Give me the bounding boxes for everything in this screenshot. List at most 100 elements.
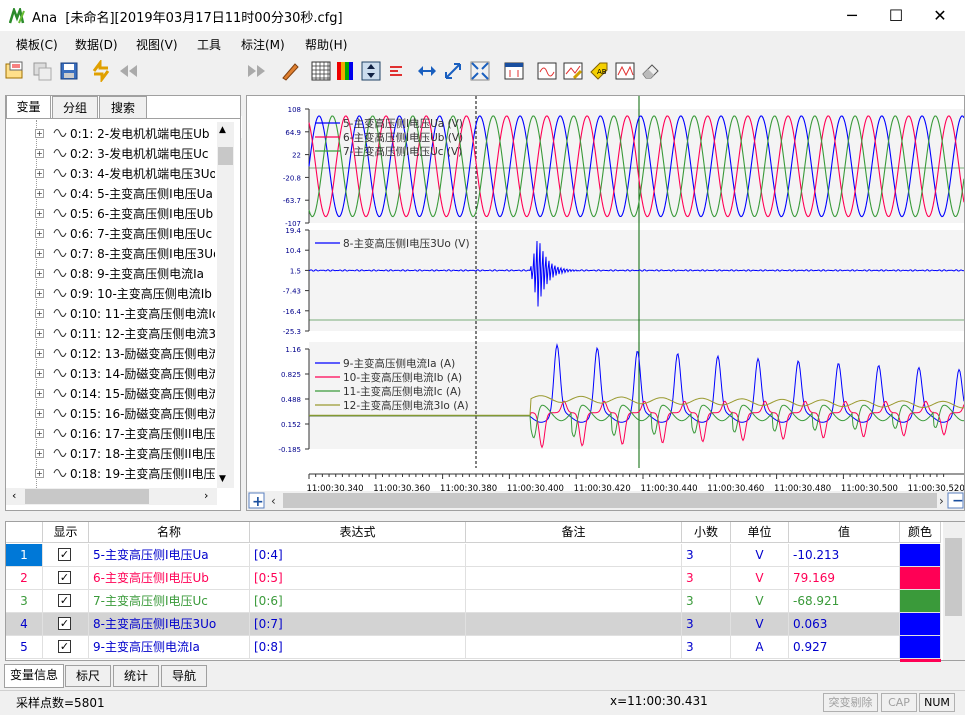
color-cell[interactable] xyxy=(900,544,941,567)
tree-item[interactable]: +0:7: 8-主变高压侧I电压3Uo xyxy=(10,243,215,263)
tree-item[interactable]: +0:5: 6-主变高压侧I电压Ub xyxy=(10,203,215,223)
column-header[interactable]: 名称 xyxy=(89,522,250,543)
annotate-icon[interactable] xyxy=(562,60,584,82)
visible-cell[interactable]: ✓ xyxy=(43,567,89,590)
table-vscroll[interactable] xyxy=(943,522,965,660)
column-header[interactable]: 备注 xyxy=(466,522,682,543)
expand-icon[interactable]: + xyxy=(35,349,44,358)
visible-cell[interactable]: ✓ xyxy=(43,636,89,659)
column-header[interactable]: 小数 xyxy=(682,522,731,543)
tab-groups[interactable]: 分组 xyxy=(52,96,98,118)
column-header[interactable]: 颜色 xyxy=(900,522,941,543)
tree-item[interactable]: +0:9: 10-主变高压侧电流Ib xyxy=(10,283,215,303)
tree-item[interactable]: +0:4: 5-主变高压侧I电压Ua xyxy=(10,183,215,203)
tab-stats[interactable]: 统计 xyxy=(113,665,159,687)
tree-hscroll[interactable]: ‹ › xyxy=(6,488,217,505)
row-number[interactable]: 2 xyxy=(6,567,43,590)
menu-annotate[interactable]: 标注(M) xyxy=(241,36,285,53)
tree-item[interactable]: +0:2: 3-发电机机端电压Uc xyxy=(10,143,215,163)
minimize-button[interactable]: ─ xyxy=(829,0,875,31)
menu-data[interactable]: 数据(D) xyxy=(75,36,118,53)
expression-cell[interactable]: [0:7] xyxy=(250,613,466,636)
unit-cell[interactable]: V xyxy=(731,613,789,636)
menu-template[interactable]: 模板(C) xyxy=(16,36,58,53)
tree-item[interactable]: +0:15: 16-励磁变高压侧电流 xyxy=(10,403,215,423)
expression-cell[interactable]: [0:5] xyxy=(250,567,466,590)
name-cell[interactable]: 9-主变高压侧电流Ia xyxy=(89,636,250,659)
name-cell[interactable]: 7-主变高压侧I电压Uc xyxy=(89,590,250,613)
decimals-cell[interactable]: 3 xyxy=(682,544,731,567)
tree-item[interactable]: +0:16: 17-主变高压侧II电压U xyxy=(10,423,215,443)
zoom-out-icon[interactable] xyxy=(469,60,491,82)
expand-icon[interactable]: + xyxy=(35,249,44,258)
decimals-cell[interactable]: 3 xyxy=(682,613,731,636)
grid-icon[interactable] xyxy=(310,60,332,82)
decimals-cell[interactable]: 3 xyxy=(682,636,731,659)
expand-icon[interactable]: + xyxy=(35,209,44,218)
tree-vscroll-thumb[interactable] xyxy=(218,147,233,165)
expand-icon[interactable]: + xyxy=(35,469,44,478)
forward-icon[interactable] xyxy=(246,60,268,82)
table-vscroll-thumb[interactable] xyxy=(945,538,962,616)
remark-cell[interactable] xyxy=(466,567,682,590)
window-icon[interactable] xyxy=(503,60,525,82)
remark-cell[interactable] xyxy=(466,544,682,567)
tree-item[interactable]: +0:3: 4-发电机机端电压3Uo xyxy=(10,163,215,183)
tree-item[interactable]: +0:8: 9-主变高压侧电流Ia xyxy=(10,263,215,283)
expand-icon[interactable]: + xyxy=(35,129,44,138)
tree-item[interactable]: +0:11: 12-主变高压侧电流3I xyxy=(10,323,215,343)
vertical-fit-icon[interactable] xyxy=(360,60,382,82)
remark-cell[interactable] xyxy=(466,590,682,613)
visibility-checkbox[interactable]: ✓ xyxy=(58,594,71,607)
expand-icon[interactable]: + xyxy=(35,369,44,378)
expression-cell[interactable]: [0:6] xyxy=(250,590,466,613)
unit-cell[interactable]: V xyxy=(731,544,789,567)
name-cell[interactable]: 8-主变高压侧I电压3Uo xyxy=(89,613,250,636)
open-template-icon[interactable] xyxy=(4,60,26,82)
menu-help[interactable]: 帮助(H) xyxy=(305,36,347,53)
expand-icon[interactable]: + xyxy=(35,449,44,458)
visible-cell[interactable]: ✓ xyxy=(43,613,89,636)
tree-item[interactable]: +0:1: 2-发电机机端电压Ub xyxy=(10,123,215,143)
tab-variables[interactable]: 变量 xyxy=(6,95,51,119)
rewind-icon[interactable] xyxy=(117,60,139,82)
decimals-cell[interactable]: 3 xyxy=(682,567,731,590)
remark-cell[interactable] xyxy=(466,613,682,636)
menu-view[interactable]: 视图(V) xyxy=(136,36,178,53)
tree-item[interactable]: +0:6: 7-主变高压侧I电压Uc xyxy=(10,223,215,243)
remark-cell[interactable] xyxy=(466,636,682,659)
color-cell[interactable] xyxy=(900,636,941,659)
save-icon[interactable] xyxy=(58,60,80,82)
cursor-mark-icon[interactable] xyxy=(536,60,558,82)
scroll-left-icon[interactable]: ‹ xyxy=(12,489,16,502)
column-header[interactable]: 表达式 xyxy=(250,522,466,543)
maximize-button[interactable]: ☐ xyxy=(873,0,919,31)
visible-cell[interactable]: ✓ xyxy=(43,590,89,613)
align-icon[interactable] xyxy=(385,60,407,82)
ab-label-icon[interactable]: AB xyxy=(588,60,610,82)
expand-icon[interactable]: + xyxy=(35,389,44,398)
waveform-chart[interactable]: 10864.922-20.8-63.7-10719.410.41.5-7.43-… xyxy=(247,96,964,510)
expression-cell[interactable]: [0:8] xyxy=(250,636,466,659)
chart-hscroll-thumb[interactable] xyxy=(283,493,937,508)
tree-item[interactable]: +0:12: 13-励磁变高压侧电流 xyxy=(10,343,215,363)
tree-item[interactable]: +0:10: 11-主变高压侧电流Ic xyxy=(10,303,215,323)
close-button[interactable]: ✕ xyxy=(917,0,963,31)
visibility-checkbox[interactable]: ✓ xyxy=(58,548,71,561)
column-header[interactable] xyxy=(6,522,43,543)
color-cell[interactable] xyxy=(900,567,941,590)
color-cell[interactable] xyxy=(900,613,941,636)
column-header[interactable]: 单位 xyxy=(731,522,789,543)
menu-tools[interactable]: 工具 xyxy=(197,36,221,53)
tab-variable-info[interactable]: 变量信息 xyxy=(4,664,64,688)
column-header[interactable]: 值 xyxy=(789,522,900,543)
expand-icon[interactable]: + xyxy=(35,329,44,338)
name-cell[interactable]: 5-主变高压侧I电压Ua xyxy=(89,544,250,567)
horizontal-expand-icon[interactable] xyxy=(416,60,438,82)
tree-vscroll[interactable]: ▲ ▼ xyxy=(217,122,234,488)
color-cell[interactable] xyxy=(900,590,941,613)
expand-icon[interactable]: + xyxy=(35,409,44,418)
row-number[interactable]: 1 xyxy=(6,544,43,567)
unit-cell[interactable]: A xyxy=(731,636,789,659)
expand-icon[interactable]: + xyxy=(35,309,44,318)
